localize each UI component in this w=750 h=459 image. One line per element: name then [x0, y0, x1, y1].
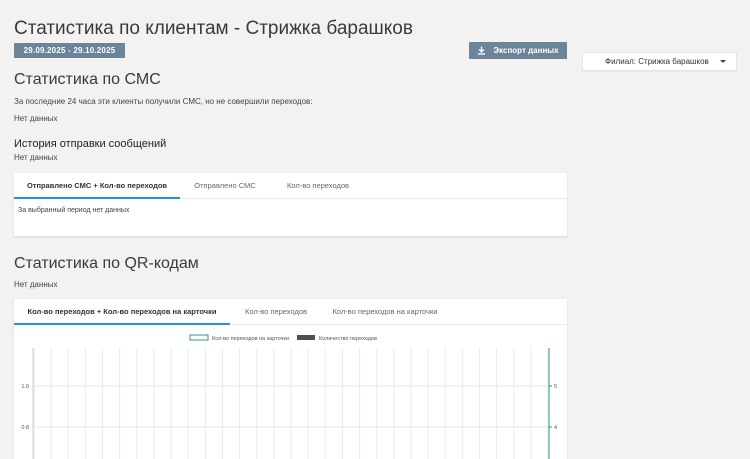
y-left-tick-label: 1.0 [21, 384, 29, 390]
download-icon [478, 46, 486, 55]
qr-no-data: Нет данных [14, 280, 58, 289]
chevron-down-icon [720, 60, 726, 63]
y-right-tick-label: 5 [554, 384, 557, 390]
tab-qr-card-transitions[interactable]: Кол-во переходов на карточки [322, 299, 448, 324]
legend-label: Количество переходов [319, 336, 377, 342]
qr-chart-card: Кол-во переходов + Кол-во переходов на к… [14, 299, 567, 459]
tab-sms-sent[interactable]: Отправлено СМС [180, 173, 270, 198]
tab-transitions[interactable]: Кол-во переходов [270, 173, 366, 198]
legend-swatch-transitions [297, 335, 315, 340]
history-no-data: Нет данных [14, 153, 58, 162]
qr-tabs: Кол-во переходов + Кол-во переходов на к… [14, 299, 567, 325]
sms-no-data: Нет данных [14, 114, 58, 123]
legend-label: Кол-во переходов на карточки [212, 336, 289, 342]
branch-select[interactable]: Филиал: Стрижка барашков [582, 52, 737, 71]
export-button-label: Экспорт данных [493, 46, 559, 55]
sms-section-heading: Статистика по СМС [14, 71, 161, 88]
y-left-tick-label: 0.8 [21, 425, 29, 431]
page-title: Статистика по клиентам - Стрижка барашко… [14, 18, 413, 39]
sms-period-no-data: За выбранный период нет данных [18, 207, 130, 214]
y-right-tick-label: 4 [554, 425, 557, 431]
legend-swatch-card-transitions [189, 334, 209, 341]
qr-chart: 1.0 0.8 5 4 Кол-во переходов на карточки Коли… [21, 334, 557, 459]
branch-select-label: Филиал: Стрижка барашков [605, 57, 709, 66]
sms-history-card: Отправлено СМС + Кол-во переходов Отправ… [14, 173, 567, 236]
history-heading: История отправки сообщений [14, 138, 167, 150]
tab-qr-transitions-plus-cards[interactable]: Кол-во переходов + Кол-во переходов на к… [14, 299, 230, 325]
sms-description: За последние 24 часа эти клиенты получил… [14, 97, 313, 106]
qr-section-heading: Статистика по QR-кодам [14, 255, 199, 272]
date-range-button[interactable]: 29.09.2025 - 29.10.2025 [14, 43, 125, 58]
sms-tabs: Отправлено СМС + Кол-во переходов Отправ… [14, 173, 567, 199]
tab-sms-plus-transitions[interactable]: Отправлено СМС + Кол-во переходов [14, 173, 180, 199]
tab-qr-transitions[interactable]: Кол-во переходов [230, 299, 322, 324]
export-button[interactable]: Экспорт данных [469, 42, 567, 59]
